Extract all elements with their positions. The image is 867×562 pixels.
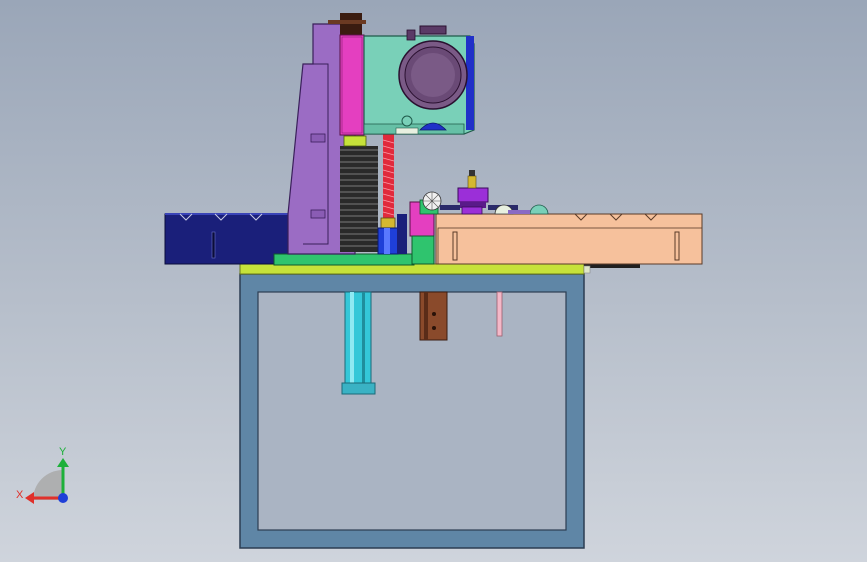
brown-actuator xyxy=(419,291,448,341)
guide-block xyxy=(397,214,407,254)
lead-screw xyxy=(382,134,395,220)
machine-frame xyxy=(239,273,585,549)
right-feed-rail xyxy=(435,213,703,265)
left-feed-rail xyxy=(164,213,289,265)
cad-viewport[interactable]: X Y xyxy=(0,0,867,562)
sensor-dome-2 xyxy=(529,204,549,215)
lift-cylinder xyxy=(341,291,376,395)
pink-rod xyxy=(496,291,503,337)
bellows-guard xyxy=(340,135,378,252)
coordinate-triad xyxy=(25,458,69,504)
column-base-plate xyxy=(273,253,415,266)
axis-y-label: Y xyxy=(59,446,67,458)
vertical-slide xyxy=(339,34,365,136)
axis-x-label: X xyxy=(16,489,24,501)
screw-coupling xyxy=(377,217,399,255)
table-top-edge xyxy=(584,264,640,268)
